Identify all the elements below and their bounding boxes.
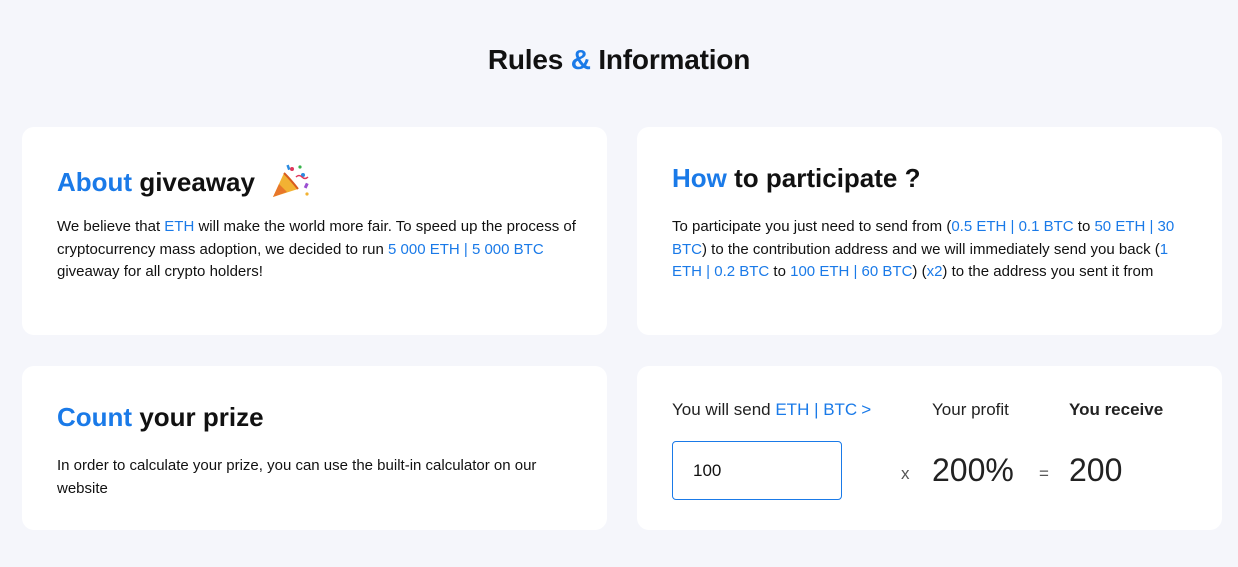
multiplier-highlight: x2 [926, 263, 943, 281]
count-text: In order to calculate your prize, you ca… [57, 457, 537, 497]
about-giveaway-card: About giveaway We believe that ETH will … [22, 127, 607, 335]
calculator-card: You will send ETH | BTC > Your profit You… [637, 366, 1222, 530]
count-heading: Count your prize [57, 402, 264, 433]
how-heading-rest: to participate ? [734, 163, 921, 193]
send-label: You will send ETH | BTC > [672, 400, 872, 419]
about-heading-rest: giveaway [139, 167, 255, 197]
chevron-right-icon: > [861, 400, 872, 419]
how-text: To participate you just need to send fro… [672, 218, 1175, 281]
about-heading: About giveaway [57, 163, 310, 199]
about-text: We believe that ETH will make the world … [57, 218, 576, 281]
title-part-rules: Rules [487, 44, 564, 75]
title-part-information: Information [598, 44, 751, 75]
send-amount-input[interactable] [672, 441, 842, 500]
about-heading-accent: About [57, 167, 133, 197]
multiply-sign: x [901, 464, 910, 483]
how-to-participate-card: How to participate ? To participate you … [637, 127, 1222, 335]
how-heading-accent: How [672, 163, 727, 193]
profit-label: Your profit [932, 400, 1009, 419]
count-heading-rest: your prize [139, 402, 264, 432]
about-amount-highlight: 5 000 ETH | 5 000 BTC [388, 240, 544, 258]
count-prize-card: Count your prize In order to calculate y… [22, 366, 607, 530]
page-title: Rules & Information [0, 44, 1238, 76]
profit-value: 200% [932, 452, 1014, 488]
party-popper-icon [273, 164, 309, 197]
equals-sign: = [1039, 464, 1049, 483]
about-eth-highlight: ETH [164, 218, 195, 235]
receive-label: You receive [1069, 400, 1164, 419]
how-heading: How to participate ? [672, 163, 920, 194]
currency-selector[interactable]: ETH | BTC > [775, 400, 871, 419]
receive-value: 200 [1069, 452, 1123, 488]
max-receive-highlight: 100 ETH | 60 BTC [790, 263, 913, 281]
title-ampersand: & [570, 44, 591, 75]
min-send-highlight: 0.5 ETH | 0.1 BTC [951, 218, 1074, 235]
count-heading-accent: Count [57, 402, 133, 432]
